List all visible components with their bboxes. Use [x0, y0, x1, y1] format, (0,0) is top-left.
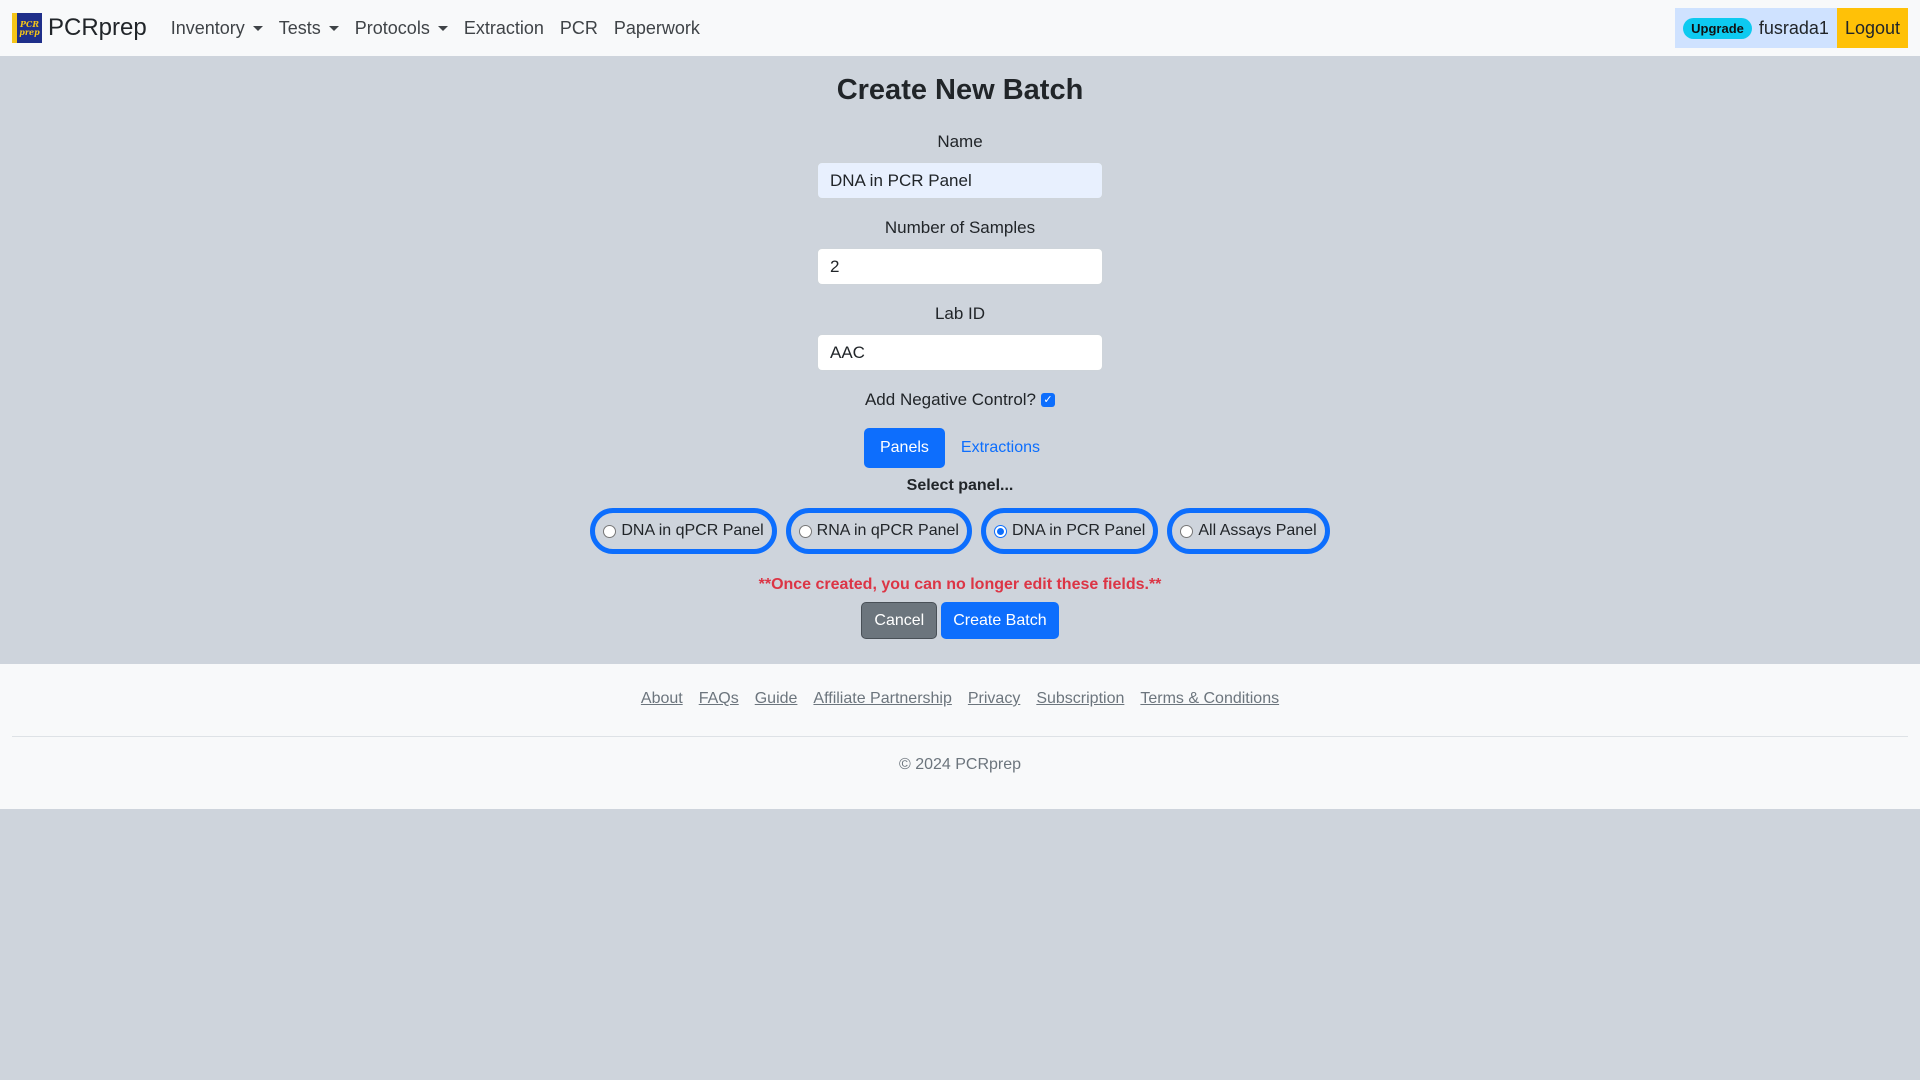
samples-label: Number of Samples [884, 218, 1036, 237]
footer-divider [12, 736, 1908, 737]
create-batch-button[interactable]: Create Batch [941, 602, 1059, 639]
lab-id-label: Lab ID [934, 304, 986, 323]
brand-name: PCRprep [48, 14, 147, 41]
tab-extractions[interactable]: Extractions [945, 428, 1056, 468]
radio-button[interactable] [1180, 524, 1194, 538]
nav-tests-label: Tests [278, 17, 321, 38]
panel-option-label: RNA in qPCR Panel [816, 522, 959, 539]
panel-options: DNA in qPCR Panel RNA in qPCR Panel DNA … [0, 508, 1920, 554]
edit-warning: **Once created, you can no longer edit t… [758, 576, 1162, 593]
footer-link-affiliate[interactable]: Affiliate Partnership [813, 690, 951, 708]
radio-button-selected[interactable] [993, 524, 1007, 538]
footer-link-guide[interactable]: Guide [755, 690, 798, 708]
footer-link-about[interactable]: About [641, 690, 683, 708]
logo-text: PCR prep [19, 19, 40, 37]
footer-link-faqs[interactable]: FAQs [699, 690, 739, 708]
negative-control-row: Add Negative Control? ✓ [0, 390, 1920, 410]
user-box: Upgrade fusrada1 [1675, 8, 1837, 48]
panel-option-dna-qpcr[interactable]: DNA in qPCR Panel [590, 508, 777, 554]
name-label: Name [937, 132, 983, 151]
nav-inventory-label: Inventory [170, 17, 245, 38]
nav-paperwork[interactable]: Paperwork [606, 0, 708, 56]
tab-panels[interactable]: Panels [863, 428, 945, 468]
panel-option-dna-pcr[interactable]: DNA in PCR Panel [980, 508, 1159, 554]
cancel-button[interactable]: Cancel [861, 602, 938, 639]
footer-links: About FAQs Guide Affiliate Partnership P… [0, 690, 1920, 708]
brand-link[interactable]: PCR prep PCRprep [12, 13, 147, 43]
panel-option-label: All Assays Panel [1198, 522, 1317, 539]
nav-pcr[interactable]: PCR [552, 0, 606, 56]
samples-input[interactable] [817, 248, 1103, 285]
nav-protocols-label: Protocols [354, 17, 430, 38]
top-navbar: PCR prep PCRprep Inventory Tests Protoco… [0, 0, 1920, 56]
logout-button[interactable]: Logout [1836, 8, 1908, 48]
select-panel-label: Select panel... [906, 477, 1014, 494]
batch-source-tabs: Panels Extractions [0, 428, 1920, 468]
chevron-down-icon [252, 25, 263, 31]
name-input[interactable] [817, 162, 1103, 199]
negative-control-label: Add Negative Control? [864, 390, 1037, 409]
footer: About FAQs Guide Affiliate Partnership P… [0, 664, 1920, 809]
nav-protocols[interactable]: Protocols [347, 0, 456, 56]
pcrprep-logo-icon: PCR prep [12, 13, 42, 43]
nav-extraction[interactable]: Extraction [456, 0, 552, 56]
nav-user-area: Upgrade fusrada1 Logout [1675, 8, 1908, 48]
footer-link-subscription[interactable]: Subscription [1036, 690, 1124, 708]
panel-option-label: DNA in PCR Panel [1011, 522, 1146, 539]
page-title: Create New Batch [836, 74, 1084, 106]
panel-option-rna-qpcr[interactable]: RNA in qPCR Panel [785, 508, 972, 554]
nav-paperwork-label: Paperwork [613, 17, 700, 38]
radio-button[interactable] [798, 524, 812, 538]
panel-option-all-assays[interactable]: All Assays Panel [1167, 508, 1330, 554]
nav-inventory[interactable]: Inventory [163, 0, 271, 56]
chevron-down-icon [437, 25, 448, 31]
chevron-down-icon [328, 25, 339, 31]
username[interactable]: fusrada1 [1759, 18, 1829, 39]
copyright: © 2024 PCRprep [898, 756, 1022, 773]
radio-button[interactable] [603, 524, 617, 538]
negative-control-checkbox[interactable]: ✓ [1041, 393, 1056, 407]
footer-link-privacy[interactable]: Privacy [968, 690, 1020, 708]
form-actions: Cancel Create Batch [0, 602, 1920, 639]
upgrade-badge[interactable]: Upgrade [1683, 17, 1752, 39]
lab-id-input[interactable] [817, 334, 1103, 371]
nav-extraction-label: Extraction [463, 17, 544, 38]
create-batch-form: Create New Batch Name Number of Samples … [0, 56, 1920, 664]
nav-tests[interactable]: Tests [271, 0, 347, 56]
nav-pcr-label: PCR [559, 17, 598, 38]
panel-option-label: DNA in qPCR Panel [621, 522, 764, 539]
footer-link-terms[interactable]: Terms & Conditions [1140, 690, 1279, 708]
